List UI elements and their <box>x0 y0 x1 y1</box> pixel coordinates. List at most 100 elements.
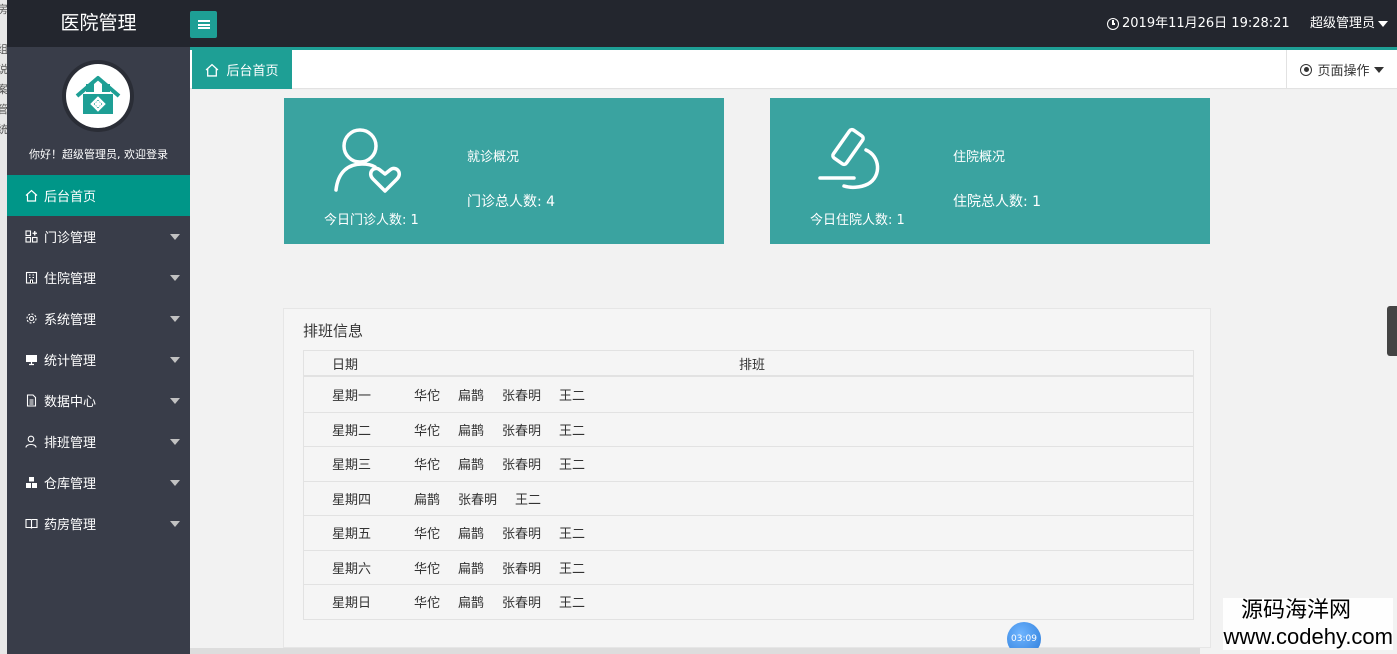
menu-toggle-button[interactable] <box>190 11 217 38</box>
clock-icon <box>1107 17 1119 30</box>
patient-heart-icon <box>328 124 408 196</box>
schedule-panel: 排班信息 日期 排班 星期一 华佗 扁鹊 张春明 王二 星期二 华佗 扁鹊 张春明 王二 星期三 华佗… <box>283 308 1211 648</box>
today-outpatient-count: 今日门诊人数: 1 <box>324 213 419 228</box>
book-icon <box>25 517 38 530</box>
col-date: 日期 <box>332 357 359 373</box>
strip-char: 统 <box>0 123 7 136</box>
hamburger-icon <box>197 20 210 29</box>
datetime-text: 2019年11月26日 19:28:21 <box>1122 16 1290 31</box>
sidebar-item-system[interactable]: 系统管理 <box>7 298 190 339</box>
sidebar-item-label: 排班管理 <box>44 436 97 451</box>
doctor-name: 扁鹊 <box>458 561 485 577</box>
user-icon <box>25 435 38 448</box>
doctor-name: 张春明 <box>502 458 542 474</box>
sidebar-item-label: 住院管理 <box>44 272 97 287</box>
table-row: 星期四 扁鹊 张春明 王二 <box>304 480 1193 516</box>
row-day: 星期二 <box>332 423 372 439</box>
table-row: 星期一 华佗 扁鹊 张春明 王二 <box>304 377 1193 412</box>
doctor-name: 扁鹊 <box>458 458 485 474</box>
side-panel-handle[interactable] <box>1387 306 1397 356</box>
main-content: 今日门诊人数: 1 就诊概况 门诊总人数: 4 今日住院人数: 1 住院概况 住… <box>190 90 1397 654</box>
chevron-down-icon <box>170 316 180 322</box>
page-operations-button[interactable]: 页面操作 <box>1286 50 1397 89</box>
file-icon <box>25 394 38 407</box>
inpatient-total: 住院总人数: 1 <box>953 194 1042 210</box>
inpatient-card: 今日住院人数: 1 住院概况 住院总人数: 1 <box>770 98 1210 244</box>
schedule-title: 排班信息 <box>303 322 364 340</box>
home-icon <box>205 63 219 77</box>
row-day: 星期五 <box>332 527 372 543</box>
sidebar-item-label: 药房管理 <box>44 518 97 533</box>
sidebar-item-scheduling[interactable]: 排班管理 <box>7 421 190 462</box>
doctor-name: 张春明 <box>502 561 542 577</box>
sidebar-item-pharmacy[interactable]: 药房管理 <box>7 503 190 544</box>
sidebar-item-data-center[interactable]: 数据中心 <box>7 380 190 421</box>
sidebar-item-home[interactable]: 后台首页 <box>7 175 190 216</box>
welcome-text: 你好！超级管理员, 欢迎登录 <box>29 148 168 161</box>
sidebar-item-label: 门诊管理 <box>44 231 97 246</box>
row-day: 星期一 <box>332 388 372 404</box>
table-row: 星期三 华佗 扁鹊 张春明 王二 <box>304 446 1193 481</box>
doctor-name: 扁鹊 <box>458 423 485 439</box>
inpatient-title: 住院概况 <box>953 150 1006 165</box>
watermark-url: www.codehy.com <box>1223 624 1393 649</box>
table-row: 星期五 华佗 扁鹊 张春明 王二 <box>304 515 1193 550</box>
schedule-table: 日期 排班 星期一 华佗 扁鹊 张春明 王二 星期二 华佗 扁鹊 张春明 王二 星期三 华佗 扁鹊 张春明… <box>303 350 1194 620</box>
strip-char: 说 <box>0 63 7 76</box>
sidebar-item-warehouse[interactable]: 仓库管理 <box>7 462 190 503</box>
doctor-name: 王二 <box>559 388 586 404</box>
sidebar-item-label: 仓库管理 <box>44 477 97 492</box>
doctor-name: 华佗 <box>414 388 441 404</box>
row-day: 星期四 <box>332 492 372 508</box>
chevron-down-icon <box>170 234 180 240</box>
sidebar-item-label: 统计管理 <box>44 354 97 369</box>
sidebar-item-label: 数据中心 <box>44 395 97 410</box>
doctor-name: 华佗 <box>414 561 441 577</box>
table-body: 星期一 华佗 扁鹊 张春明 王二 星期二 华佗 扁鹊 张春明 王二 星期三 华佗 扁鹊 张春明 王二 星期四扁… <box>304 377 1193 619</box>
doctor-name: 王二 <box>559 458 586 474</box>
top-header: 医院管理 2019年11月26日 19:28:21 超级管理员 <box>7 0 1397 47</box>
doctor-name: 华佗 <box>414 596 441 612</box>
horizontal-scrollbar[interactable] <box>190 648 1200 654</box>
table-row: 星期日 华佗 扁鹊 张春明 王二 <box>304 584 1193 619</box>
monitor-icon <box>25 353 38 366</box>
gear-icon <box>25 312 38 325</box>
hospital-logo-icon <box>66 64 130 128</box>
doctor-name: 王二 <box>559 561 586 577</box>
strip-char: 房 <box>0 3 7 16</box>
tab-home[interactable]: 后台首页 <box>192 50 292 89</box>
chevron-down-icon <box>170 439 180 445</box>
table-header: 日期 排班 <box>304 351 1193 377</box>
boxes-icon <box>25 476 38 489</box>
tab-home-label: 后台首页 <box>226 64 279 79</box>
watermark: 源码海洋网 www.codehy.com <box>1223 598 1393 650</box>
chevron-down-icon <box>170 398 180 404</box>
caret-down-icon <box>1378 20 1389 27</box>
sidebar-item-statistics[interactable]: 统计管理 <box>7 339 190 380</box>
doctor-name: 张春明 <box>502 388 542 404</box>
chevron-down-icon <box>170 521 180 527</box>
home-icon <box>25 189 38 202</box>
doctor-name: 王二 <box>559 423 586 439</box>
strip-char: 组 <box>0 43 7 56</box>
avatar <box>62 60 134 132</box>
page-ops-label: 页面操作 <box>1317 64 1370 79</box>
sidebar-item-label: 后台首页 <box>44 190 97 205</box>
chevron-down-icon <box>170 480 180 486</box>
user-menu[interactable]: 超级管理员 <box>1310 0 1389 47</box>
row-day: 星期三 <box>332 458 372 474</box>
doctor-name: 王二 <box>559 596 586 612</box>
doctor-name: 张春明 <box>502 596 542 612</box>
strip-char: 管 <box>0 103 7 116</box>
sidebar-item-inpatient[interactable]: 住院管理 <box>7 257 190 298</box>
doctor-name: 王二 <box>515 492 542 508</box>
doctor-name: 张春明 <box>502 527 542 543</box>
outpatient-total: 门诊总人数: 4 <box>467 194 556 210</box>
sidebar-item-outpatient[interactable]: 门诊管理 <box>7 216 190 257</box>
strip-char: 案 <box>0 83 7 96</box>
doctor-name: 扁鹊 <box>414 492 441 508</box>
datetime-display: 2019年11月26日 19:28:21 <box>1107 0 1290 47</box>
col-shift: 排班 <box>738 357 765 373</box>
tab-bar: 后台首页 页面操作 <box>190 50 1397 89</box>
doctor-name: 扁鹊 <box>458 388 485 404</box>
